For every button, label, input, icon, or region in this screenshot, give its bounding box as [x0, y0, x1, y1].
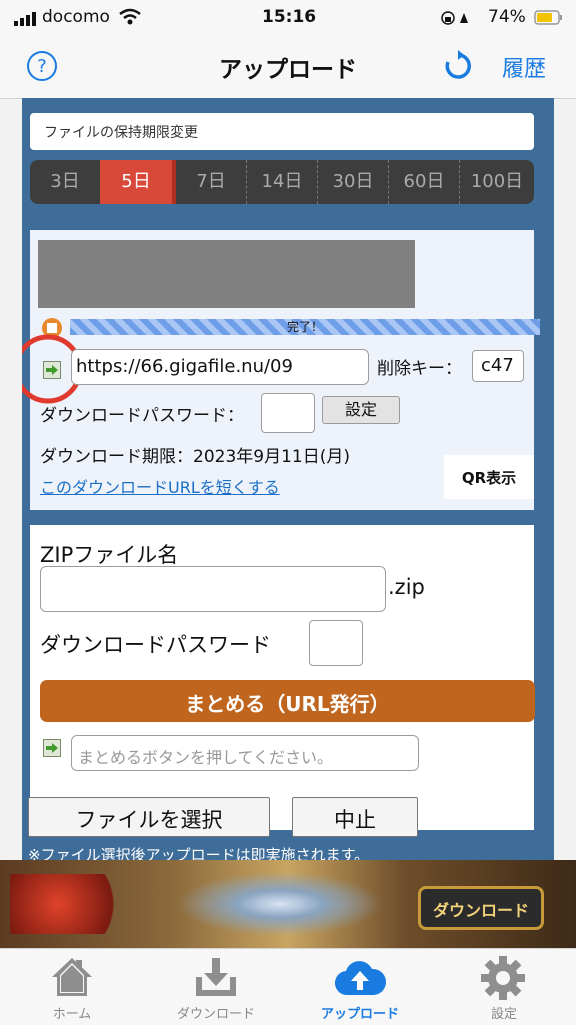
ad-battle-art	[160, 866, 400, 942]
delete-key-value: c47	[481, 355, 514, 376]
delete-key-label: 削除キー：	[377, 359, 462, 379]
tab-upload-active[interactable]: アップロード	[288, 949, 432, 1025]
ad-download-button[interactable]: ダウンロード	[418, 886, 544, 930]
tab-home[interactable]: ホーム	[0, 949, 144, 1025]
cloud-upload-icon	[334, 957, 387, 999]
ad-banner[interactable]: ダウンロード	[0, 860, 576, 948]
battery-percent: 74%	[488, 7, 526, 27]
ad-download-label: ダウンロード	[432, 901, 529, 920]
refresh-icon[interactable]	[442, 50, 474, 82]
history-link[interactable]: 履歴	[502, 51, 546, 83]
retention-option-100[interactable]: 100日	[460, 160, 534, 204]
tab-download-label: ダウンロード	[176, 1007, 255, 1022]
progress-text: 完了！	[286, 320, 323, 334]
upload-note: ※ファイル選択後アップロードは即実施されます。	[28, 846, 370, 860]
tab-upload-label: アップロード	[320, 1007, 399, 1022]
retention-tabs: 3日 5日 7日 14日 30日 60日 100日	[30, 160, 534, 204]
file-thumbnail	[38, 240, 415, 308]
retention-option-5-selected[interactable]: 5日	[100, 160, 176, 204]
zip-password-field[interactable]	[309, 620, 363, 666]
tab-settings[interactable]: 設定	[432, 949, 576, 1025]
set-password-button[interactable]: 設定	[322, 396, 400, 424]
retention-title: ファイルの保持期限変更	[44, 125, 198, 141]
shorten-url-link[interactable]: このダウンロードURLを短くする	[40, 474, 280, 498]
retention-option-3[interactable]: 3日	[30, 160, 101, 204]
download-icon	[192, 955, 240, 999]
qr-display-button[interactable]: QR表示	[444, 455, 534, 499]
qr-display-label: QR表示	[461, 469, 517, 487]
carrier-name: docomo	[42, 7, 110, 27]
page-title: アップロード	[219, 57, 357, 83]
zip-panel: ZIPファイル名 .zip ダウンロードパスワード まとめる（URL発行） まと…	[30, 525, 535, 830]
bundle-url-placeholder: まとめるボタンを押してください。	[78, 748, 334, 767]
signal-icon	[14, 11, 38, 26]
upload-content: ファイルの保持期限変更 3日 5日 7日 14日 30日 60日 100日 完了…	[22, 98, 554, 860]
retention-option-7[interactable]: 7日	[176, 160, 247, 204]
zip-name-field[interactable]	[40, 566, 386, 612]
cancel-button[interactable]: 中止	[292, 797, 418, 837]
nav-bar: ? アップロード 履歴	[0, 36, 576, 99]
zip-name-label: ZIPファイル名	[40, 543, 179, 567]
progress-bar: 完了！	[70, 319, 540, 335]
select-file-button[interactable]: ファイルを選択	[28, 797, 270, 837]
retention-option-30[interactable]: 30日	[318, 160, 389, 204]
tab-download[interactable]: ダウンロード	[144, 949, 288, 1025]
gear-icon	[480, 955, 526, 1001]
location-lock-icon	[440, 9, 476, 27]
retention-option-60[interactable]: 60日	[389, 160, 460, 204]
zip-password-label: ダウンロードパスワード	[40, 633, 271, 657]
download-password-field[interactable]	[261, 393, 315, 433]
wifi-icon	[118, 8, 142, 26]
delete-key-field[interactable]: c47	[472, 350, 524, 382]
tab-home-label: ホーム	[52, 1007, 92, 1022]
download-url-value: https://66.gigafile.nu/09	[76, 356, 293, 377]
battery-icon	[534, 10, 564, 26]
zip-extension: .zip	[388, 575, 425, 599]
bundle-button-label: まとめる（URL発行）	[185, 692, 390, 716]
tab-bar: ホーム ダウンロード アップロード 設定	[0, 948, 576, 1025]
download-url-field[interactable]: https://66.gigafile.nu/09	[71, 349, 369, 385]
bundle-button[interactable]: まとめる（URL発行）	[40, 680, 535, 722]
download-password-label: ダウンロードパスワード：	[40, 406, 244, 426]
status-bar: docomo 15:16 74%	[0, 0, 576, 36]
retention-option-14[interactable]: 14日	[247, 160, 318, 204]
bundle-url-arrow-icon[interactable]	[43, 739, 61, 757]
retention-header: ファイルの保持期限変更	[30, 113, 534, 150]
select-file-label: ファイルを選択	[75, 808, 223, 832]
home-icon	[48, 955, 96, 999]
cancel-label: 中止	[334, 808, 376, 832]
bundle-url-field[interactable]: まとめるボタンを押してください。	[71, 735, 419, 771]
clock: 15:16	[262, 7, 317, 27]
tab-settings-label: 設定	[490, 1007, 517, 1022]
upload-result-panel: 完了！ https://66.gigafile.nu/09 削除キー： c47 …	[22, 230, 540, 510]
download-expiry: ダウンロード期限：2023年9月11日(月)	[40, 447, 350, 467]
ad-game-logo	[10, 874, 130, 934]
